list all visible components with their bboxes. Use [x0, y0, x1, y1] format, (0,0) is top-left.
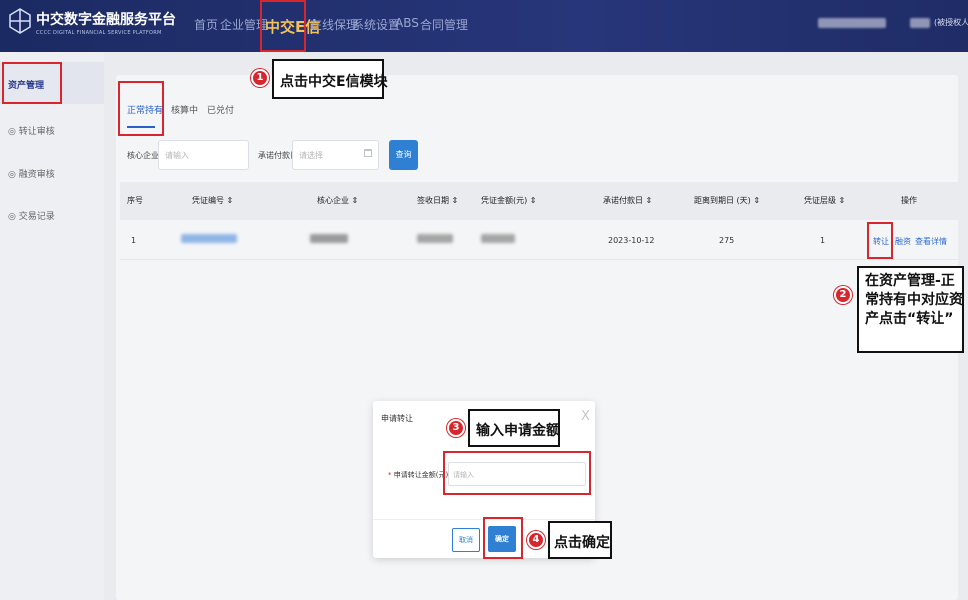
column-header-amount[interactable]: 凭证金额(元) ⇕ [481, 195, 537, 206]
calendar-icon [364, 149, 372, 157]
promise-date-placeholder: 请选择 [299, 151, 323, 160]
column-header-actions: 操作 [901, 196, 917, 205]
view-details-link[interactable]: 查看详情 [915, 236, 947, 247]
step-4-badge: 4 [527, 531, 545, 549]
transfer-link[interactable]: 转让 [873, 236, 889, 247]
sidebar-item-label: 资产管理 [8, 81, 45, 91]
cell-amount-redacted [481, 234, 515, 243]
nav-online-factoring[interactable]: 在线保理 [310, 16, 358, 33]
nav-contract-management[interactable]: 合同管理 [420, 16, 468, 33]
step-1-badge: 1 [251, 69, 269, 87]
table-row [120, 222, 958, 260]
nav-system-settings[interactable]: 系统设置 [352, 16, 400, 33]
step-2-badge: 2 [834, 286, 852, 304]
sidebar-item-transaction-records[interactable]: ◎ 交易记录 [8, 209, 55, 222]
brand-title: 中交数字金融服务平台 [36, 12, 176, 28]
column-header-days-to-due[interactable]: 距离到期日 (天) ⇕ [694, 195, 760, 206]
brand-subtitle: CCCC DIGITAL FINANCIAL SERVICE PLATFORM [36, 30, 162, 36]
close-icon[interactable]: X [581, 409, 590, 424]
nav-abs[interactable]: ABS [395, 16, 419, 30]
column-header-promise-date[interactable]: 承诺付款日 ⇕ [603, 195, 652, 206]
cell-core-enterprise-redacted [310, 234, 348, 243]
core-enterprise-label: 核心企业 [127, 151, 159, 160]
user-name-redacted [818, 18, 886, 28]
confirm-button[interactable]: 确定 [488, 526, 516, 552]
step-3-badge: 3 [447, 419, 465, 437]
step-2-note: 在资产管理-正 常持有中对应资 产点击“转让” [857, 266, 964, 353]
cell-sign-date-redacted [417, 234, 453, 243]
column-header-voucher-no[interactable]: 凭证编号 ⇕ [192, 195, 233, 206]
sidebar-item-financing-review[interactable]: ◎ 融资审核 [8, 167, 55, 180]
step-4-note: 点击确定 [548, 521, 612, 559]
transfer-amount-label-text: 申请转让金额(元) [393, 471, 449, 479]
sidebar-item-label: 交易记录 [18, 212, 55, 222]
platform-logo-icon [9, 8, 31, 34]
nav-cccc-e-credit[interactable]: 中交E信 [260, 0, 320, 52]
user-avatar-redacted [910, 18, 930, 28]
cell-level: 1 [820, 236, 826, 245]
transfer-amount-label: * 申请转让金额(元) [388, 470, 448, 480]
column-header-core-enterprise[interactable]: 核心企业 ⇕ [317, 195, 358, 206]
search-button[interactable]: 查询 [389, 140, 418, 170]
promise-date-picker[interactable]: 请选择 [292, 140, 379, 170]
active-tab-indicator [127, 126, 155, 128]
sidebar-item-label: 转让审核 [18, 127, 55, 137]
transfer-amount-input[interactable]: 请输入 [448, 462, 586, 486]
tab-normal-holding[interactable]: 正常持有 [127, 103, 163, 116]
user-role[interactable]: (被授权人) [934, 17, 968, 28]
column-header-sign-date[interactable]: 签收日期 ⇕ [417, 195, 458, 206]
step-1-note: 点击中交E信模块 [272, 59, 388, 99]
cell-index: 1 [131, 236, 137, 245]
cell-days-to-due: 275 [719, 236, 735, 245]
tab-accounting[interactable]: 核算中 [171, 103, 198, 116]
sidebar-item-label: 融资审核 [18, 170, 55, 180]
core-enterprise-input[interactable]: 请输入 [158, 140, 249, 170]
sidebar-item-transfer-review[interactable]: ◎ 转让审核 [8, 124, 55, 137]
cell-voucher-no-redacted[interactable] [181, 234, 237, 243]
cell-promise-date: 2023-10-12 [608, 236, 655, 245]
column-header-index: 序号 [127, 196, 143, 205]
step-3-note: 输入申请金额 [468, 409, 560, 447]
nav-home[interactable]: 首页 [194, 16, 218, 33]
dialog-title: 申请转让 [381, 414, 413, 423]
tab-paid[interactable]: 已兑付 [207, 103, 234, 116]
financing-link[interactable]: 融资 [895, 236, 911, 247]
required-mark: * [388, 471, 392, 479]
sidebar-item-asset-management[interactable]: 资产管理 [2, 62, 62, 104]
cancel-button[interactable]: 取消 [452, 528, 480, 552]
column-header-level[interactable]: 凭证层级 ⇕ [804, 195, 845, 206]
